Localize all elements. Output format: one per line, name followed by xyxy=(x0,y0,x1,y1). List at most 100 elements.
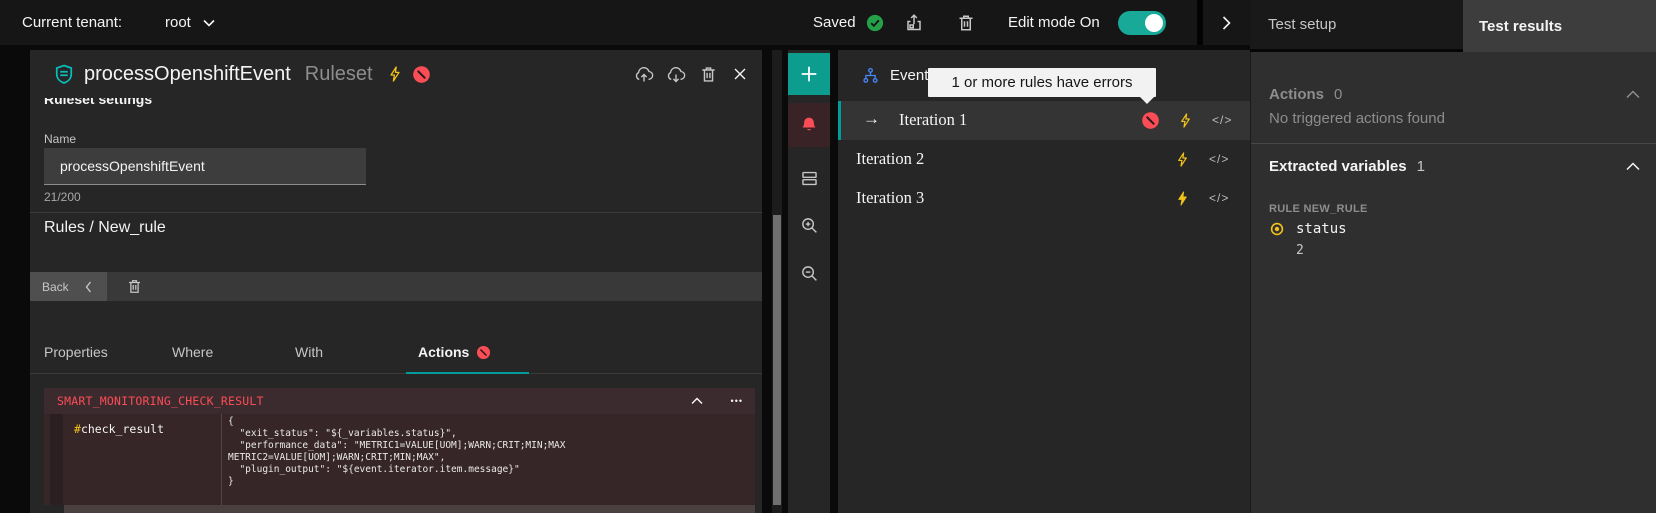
ruleset-shield-icon xyxy=(54,64,74,84)
tenant-value: root xyxy=(165,14,191,31)
section-divider xyxy=(30,212,762,213)
tab-test-setup-label: Test setup xyxy=(1268,16,1336,33)
rule-toolbar: Back xyxy=(30,272,762,301)
download-ruleset-button[interactable] xyxy=(660,58,692,90)
name-field-label: Name xyxy=(44,132,76,146)
cloud-download-icon xyxy=(666,64,686,84)
back-button-label: Back xyxy=(42,280,69,294)
tab-with-label: With xyxy=(295,344,323,360)
tab-properties[interactable]: Properties xyxy=(44,344,108,360)
vertical-scrollbar[interactable] xyxy=(772,50,782,513)
lightning-outline-icon[interactable] xyxy=(1178,112,1193,129)
rows-view-button[interactable] xyxy=(788,158,830,198)
code-icon[interactable]: </> xyxy=(1212,113,1232,127)
active-tab-underline xyxy=(406,372,529,374)
ruleset-error-icon xyxy=(412,65,431,84)
tenant-dropdown[interactable]: root xyxy=(165,0,215,45)
action-card-title: SMART_MONITORING_CHECK_RESULT xyxy=(57,394,264,408)
top-bar: Current tenant: root Saved xyxy=(0,0,1250,45)
tab-with[interactable]: With xyxy=(295,344,323,360)
current-iteration-arrow-icon: → xyxy=(863,109,880,129)
name-input[interactable] xyxy=(44,148,366,185)
tenant-label-wrap: Current tenant: xyxy=(22,0,122,45)
tab-test-setup[interactable]: Test setup xyxy=(1250,0,1463,52)
action-card-divider xyxy=(221,414,222,505)
trash-icon xyxy=(126,278,143,295)
chevron-left-icon xyxy=(85,281,92,293)
iteration-label: Iteration 2 xyxy=(856,149,924,169)
iteration-label: Iteration 1 xyxy=(899,110,967,130)
chevron-up-icon[interactable] xyxy=(1626,162,1640,171)
variables-section-header[interactable]: Extracted variables 1 xyxy=(1269,158,1640,175)
variables-heading: Extracted variables xyxy=(1269,158,1407,175)
results-divider xyxy=(1251,143,1656,144)
tab-test-results-label: Test results xyxy=(1479,18,1562,35)
chevron-up-icon[interactable] xyxy=(1626,90,1640,99)
overflow-menu-icon[interactable]: ••• xyxy=(731,396,743,406)
action-card-header[interactable]: SMART_MONITORING_CHECK_RESULT ••• xyxy=(44,388,755,414)
actions-section-header[interactable]: Actions 0 xyxy=(1269,86,1640,103)
app-window: Current tenant: root Saved xyxy=(0,0,1656,513)
code-icon[interactable]: </> xyxy=(1209,191,1229,205)
back-button[interactable]: Back xyxy=(30,272,107,301)
save-status: Saved xyxy=(813,0,884,45)
scrollbar-thumb[interactable] xyxy=(773,215,781,505)
code-icon[interactable]: </> xyxy=(1209,152,1229,166)
chevron-up-icon[interactable] xyxy=(691,397,703,405)
edit-mode-toggle[interactable] xyxy=(1118,11,1166,35)
next-action-row-partial xyxy=(64,505,755,513)
collapse-panel-button[interactable] xyxy=(1211,7,1243,39)
tenant-label: Current tenant: xyxy=(22,14,122,31)
notifications-button[interactable] xyxy=(788,103,830,147)
lightning-outline-icon[interactable] xyxy=(1175,151,1190,168)
test-results-panel: Actions 0 No triggered actions found Ext… xyxy=(1250,52,1656,513)
iteration-error-icon[interactable] xyxy=(1141,111,1160,130)
tab-test-results[interactable]: Test results xyxy=(1463,0,1656,52)
error-tooltip-text: 1 or more rules have errors xyxy=(952,74,1133,91)
add-event-button[interactable] xyxy=(788,53,830,95)
toolbar-rail xyxy=(788,50,830,513)
chevron-down-icon xyxy=(203,19,215,27)
plus-icon xyxy=(800,65,818,83)
edit-mode-label: Edit mode On xyxy=(1008,14,1100,31)
toggle-knob xyxy=(1145,14,1163,32)
export-icon xyxy=(904,13,924,33)
extracted-variable-row[interactable]: status xyxy=(1269,221,1347,237)
tab-actions[interactable]: Actions xyxy=(418,344,491,360)
zoom-out-button[interactable] xyxy=(788,253,830,293)
tabbar-border xyxy=(30,373,762,374)
action-code-editor[interactable]: { "exit_status": "${_variables.status}",… xyxy=(228,416,565,488)
tab-properties-label: Properties xyxy=(44,344,108,360)
actions-empty-message: No triggered actions found xyxy=(1269,110,1445,127)
iteration-row-1[interactable]: → Iteration 1 </> xyxy=(838,101,1250,140)
iteration-row-2[interactable]: Iteration 2 </> xyxy=(838,140,1250,179)
zoom-in-icon xyxy=(800,216,819,235)
tab-where[interactable]: Where xyxy=(172,344,213,360)
iteration-label: Iteration 3 xyxy=(856,188,924,208)
variable-value: 2 xyxy=(1296,243,1304,258)
tab-where-label: Where xyxy=(172,344,213,360)
upload-ruleset-button[interactable] xyxy=(628,58,660,90)
chevron-right-icon xyxy=(1222,15,1231,31)
actions-heading: Actions xyxy=(1269,86,1324,103)
ruleset-panel-header: processOpenshiftEvent Ruleset xyxy=(30,50,762,98)
ruleset-panel: Ruleset settings processOpenshiftEvent R… xyxy=(30,50,762,513)
cloud-upload-icon xyxy=(634,64,654,84)
export-button[interactable] xyxy=(898,7,930,39)
action-field-name: #check_result xyxy=(74,422,164,436)
delete-button[interactable] xyxy=(950,7,982,39)
zoom-out-icon xyxy=(800,264,819,283)
variables-count: 1 xyxy=(1417,158,1425,175)
field-name-text: check_result xyxy=(81,422,164,436)
save-status-label: Saved xyxy=(813,14,856,31)
delete-rule-button[interactable] xyxy=(118,272,150,301)
tab-actions-label: Actions xyxy=(418,344,469,360)
delete-ruleset-button[interactable] xyxy=(692,58,724,90)
close-icon xyxy=(733,67,747,81)
close-panel-button[interactable] xyxy=(724,58,756,90)
zoom-in-button[interactable] xyxy=(788,205,830,245)
iterations-panel: Events generated by the iterator → Itera… xyxy=(838,50,1250,513)
rule-breadcrumb: Rules / New_rule xyxy=(44,219,166,237)
iteration-row-3[interactable]: Iteration 3 </> xyxy=(838,179,1250,218)
lightning-filled-icon[interactable] xyxy=(1175,190,1190,207)
